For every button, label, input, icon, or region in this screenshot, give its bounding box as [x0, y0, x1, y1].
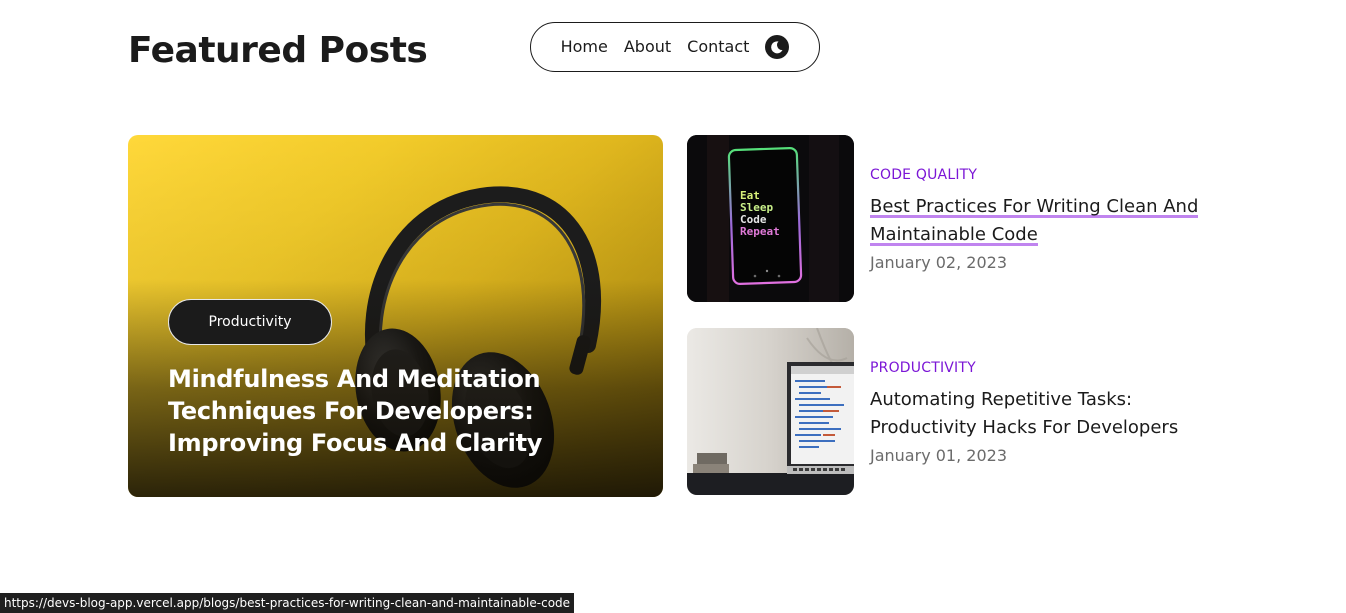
post-title-text: Automating Repetitive Tasks: Productivit…: [870, 389, 1179, 438]
phone-text-repeat: Repeat: [740, 225, 780, 238]
post-category[interactable]: CODE QUALITY: [870, 167, 977, 183]
moon-icon: [771, 41, 783, 54]
post-card: Eat Sleep Code Repeat CODE QUALITY Best …: [687, 135, 1207, 303]
nav-bar: Home About Contact: [530, 22, 820, 72]
featured-hero-card[interactable]: Productivity Mindfulness And Meditation …: [128, 135, 663, 497]
post-thumbnail[interactable]: [687, 328, 854, 495]
nav-contact-link[interactable]: Contact: [687, 37, 749, 57]
post-date: January 02, 2023: [870, 253, 1007, 272]
post-title-text: Best Practices For Writing Clean And Mai…: [870, 196, 1199, 246]
post-category[interactable]: PRODUCTIVITY: [870, 360, 976, 376]
post-title-link[interactable]: Best Practices For Writing Clean And Mai…: [870, 193, 1200, 249]
post-date: January 01, 2023: [870, 446, 1007, 465]
theme-toggle-button[interactable]: [765, 35, 790, 59]
nav-home-link[interactable]: Home: [561, 37, 608, 57]
link-preview-status-bar: https://devs-blog-app.vercel.app/blogs/b…: [0, 593, 575, 613]
hero-title[interactable]: Mindfulness And Meditation Techniques Fo…: [168, 363, 628, 459]
post-title-link[interactable]: Automating Repetitive Tasks: Productivit…: [870, 386, 1200, 442]
page-title: Featured Posts: [128, 30, 428, 71]
page: Featured Posts Home About Contact Produc…: [0, 0, 1346, 613]
nav-about-link[interactable]: About: [624, 37, 671, 57]
laptop-code-image: [687, 328, 854, 495]
hero-category-tag[interactable]: Productivity: [168, 299, 332, 345]
post-card: PRODUCTIVITY Automating Repetitive Tasks…: [687, 328, 1207, 496]
post-thumbnail[interactable]: Eat Sleep Code Repeat: [687, 135, 854, 302]
phone-eat-sleep-code-repeat-image: Eat Sleep Code Repeat: [687, 135, 854, 302]
